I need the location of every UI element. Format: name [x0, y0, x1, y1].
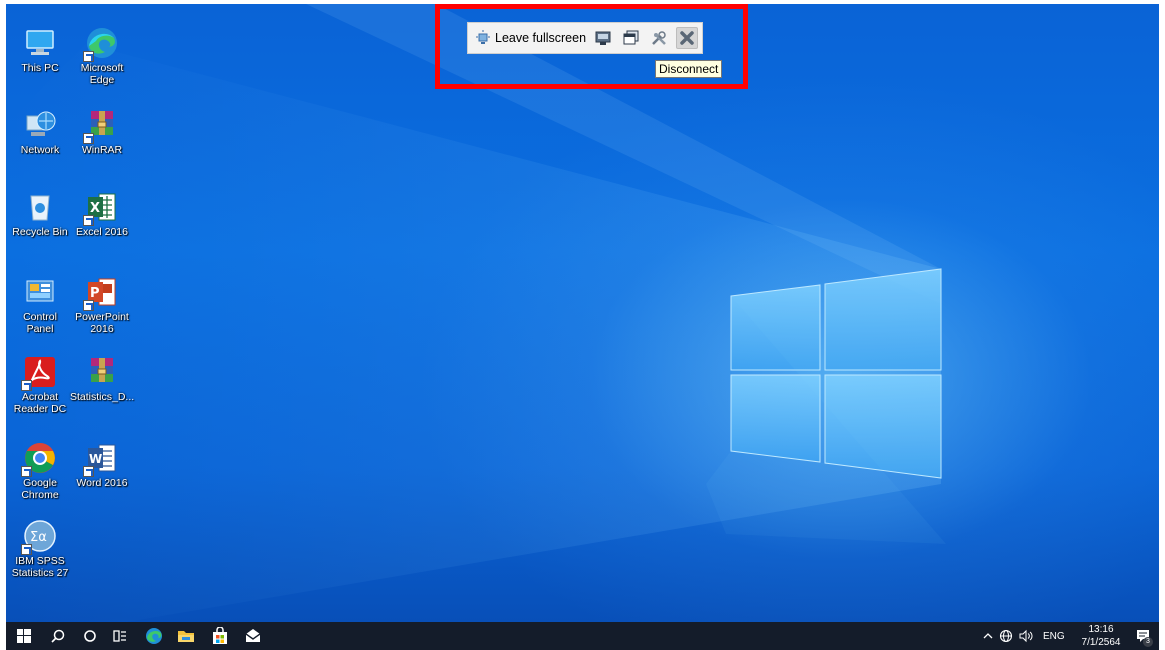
taskbar: ENG 13:16 7/1/2564 3 [6, 622, 1159, 650]
display-settings-icon [595, 31, 611, 45]
leave-fullscreen-icon [476, 30, 490, 44]
desktop-icon-label: Acrobat Reader DC [13, 391, 67, 415]
this-pc-icon [23, 26, 57, 60]
desktop-icon-label: IBM SPSS Statistics 27 [11, 555, 69, 579]
disconnect-tooltip: Disconnect [655, 60, 723, 78]
control-panel-icon [23, 275, 57, 309]
notification-count-badge: 3 [1143, 637, 1153, 647]
spss-icon: Σα [21, 519, 57, 555]
task-view-button[interactable] [110, 626, 130, 646]
winrar-icon [83, 108, 119, 144]
winrar-archive-icon [85, 355, 119, 389]
svg-text:Σα: Σα [30, 530, 47, 545]
desktop-icon-edge[interactable]: Microsoft Edge [70, 26, 134, 86]
desktop-icon-label: Recycle Bin [12, 226, 68, 238]
cortana-icon [84, 630, 96, 642]
taskbar-edge-button[interactable] [144, 626, 164, 646]
disconnect-icon [680, 31, 694, 45]
window-button[interactable] [620, 27, 642, 49]
leave-fullscreen-label: Leave fullscreen [495, 31, 587, 45]
disconnect-button[interactable] [676, 27, 699, 49]
desktop-icon-label: Excel 2016 [76, 226, 128, 238]
network-icon [23, 108, 57, 142]
leave-fullscreen-button[interactable]: Leave fullscreen [475, 30, 586, 46]
desktop-icon-label: PowerPoint 2016 [75, 311, 129, 335]
network-tray-button[interactable] [998, 626, 1014, 646]
svg-text:W: W [89, 452, 102, 466]
desktop-icon-powerpoint[interactable]: P PowerPoint 2016 [70, 275, 134, 335]
desktop-icon-label: WinRAR [81, 144, 123, 156]
store-icon [213, 627, 227, 644]
logo-pane-bottom-left [730, 374, 821, 463]
task-view-icon [113, 630, 126, 642]
search-icon [51, 629, 65, 643]
desktop-icon-spss[interactable]: Σα IBM SPSS Statistics 27 [8, 519, 72, 579]
show-hidden-icons-button[interactable] [982, 626, 994, 646]
window-icon [623, 30, 639, 45]
desktop-icon-label: Statistics_D... [70, 391, 135, 403]
mail-icon [245, 629, 261, 642]
desktop-icon-statistics-archive[interactable]: Statistics_D... [70, 355, 134, 404]
search-button[interactable] [48, 626, 68, 646]
edge-icon [146, 628, 162, 644]
desktop-icon-network[interactable]: Network [8, 108, 72, 157]
cortana-button[interactable] [80, 626, 100, 646]
start-button[interactable] [14, 626, 34, 646]
desktop-icon-label: This PC [21, 62, 59, 74]
desktop-icon-label: Google Chrome [21, 477, 59, 501]
windows-wallpaper [6, 4, 1159, 622]
file-explorer-button[interactable] [176, 626, 196, 646]
globe-network-icon [999, 629, 1013, 643]
settings-tools-button[interactable] [648, 27, 670, 49]
powerpoint-icon: P [83, 275, 119, 311]
notifications-button[interactable]: 3 [1134, 626, 1153, 647]
language-indicator[interactable]: ENG [1043, 631, 1065, 642]
wallpaper-logo-beams [6, 4, 946, 622]
chevron-up-icon [983, 633, 993, 639]
desktop-icon-winrar[interactable]: WinRAR [70, 108, 134, 157]
desktop-icon-excel[interactable]: X Excel 2016 [70, 190, 134, 239]
desktop-icon-this-pc[interactable]: This PC [8, 26, 72, 75]
clock-time[interactable]: 13:16 [1081, 624, 1121, 635]
word-icon: W [83, 441, 119, 477]
svg-text:X: X [90, 201, 100, 216]
desktop-icon-chrome[interactable]: Google Chrome [8, 441, 72, 501]
remote-desktop-toolbar: Leave fullscreen [467, 22, 703, 54]
edge-icon [83, 26, 119, 62]
excel-icon: X [83, 190, 119, 226]
remote-desktop-screen: This PC Network Recycle Bin Control Pane… [6, 4, 1159, 649]
speaker-icon [1019, 629, 1033, 643]
desktop-icon-control-panel[interactable]: Control Panel [8, 275, 72, 335]
desktop-icon-label: Word 2016 [76, 477, 128, 489]
start-icon [17, 629, 31, 643]
display-settings-button[interactable] [592, 27, 614, 49]
settings-tools-icon [652, 31, 666, 45]
desktop-icon-label: Control Panel [23, 311, 57, 335]
recycle-bin-icon [23, 190, 57, 224]
desktop-icon-acrobat[interactable]: Acrobat Reader DC [8, 355, 72, 415]
store-button[interactable] [210, 626, 230, 646]
mail-button[interactable] [243, 626, 263, 646]
volume-button[interactable] [1018, 626, 1034, 646]
acrobat-icon [21, 355, 57, 391]
svg-text:P: P [90, 286, 100, 301]
clock-date[interactable]: 7/1/2564 [1079, 637, 1123, 648]
chrome-icon [21, 441, 57, 477]
desktop-icon-label: Microsoft Edge [80, 62, 124, 86]
desktop-icon-recycle-bin[interactable]: Recycle Bin [8, 190, 72, 239]
desktop-icon-word[interactable]: W Word 2016 [70, 441, 134, 490]
desktop-icon-label: Network [20, 144, 60, 156]
file-explorer-icon [178, 631, 194, 642]
